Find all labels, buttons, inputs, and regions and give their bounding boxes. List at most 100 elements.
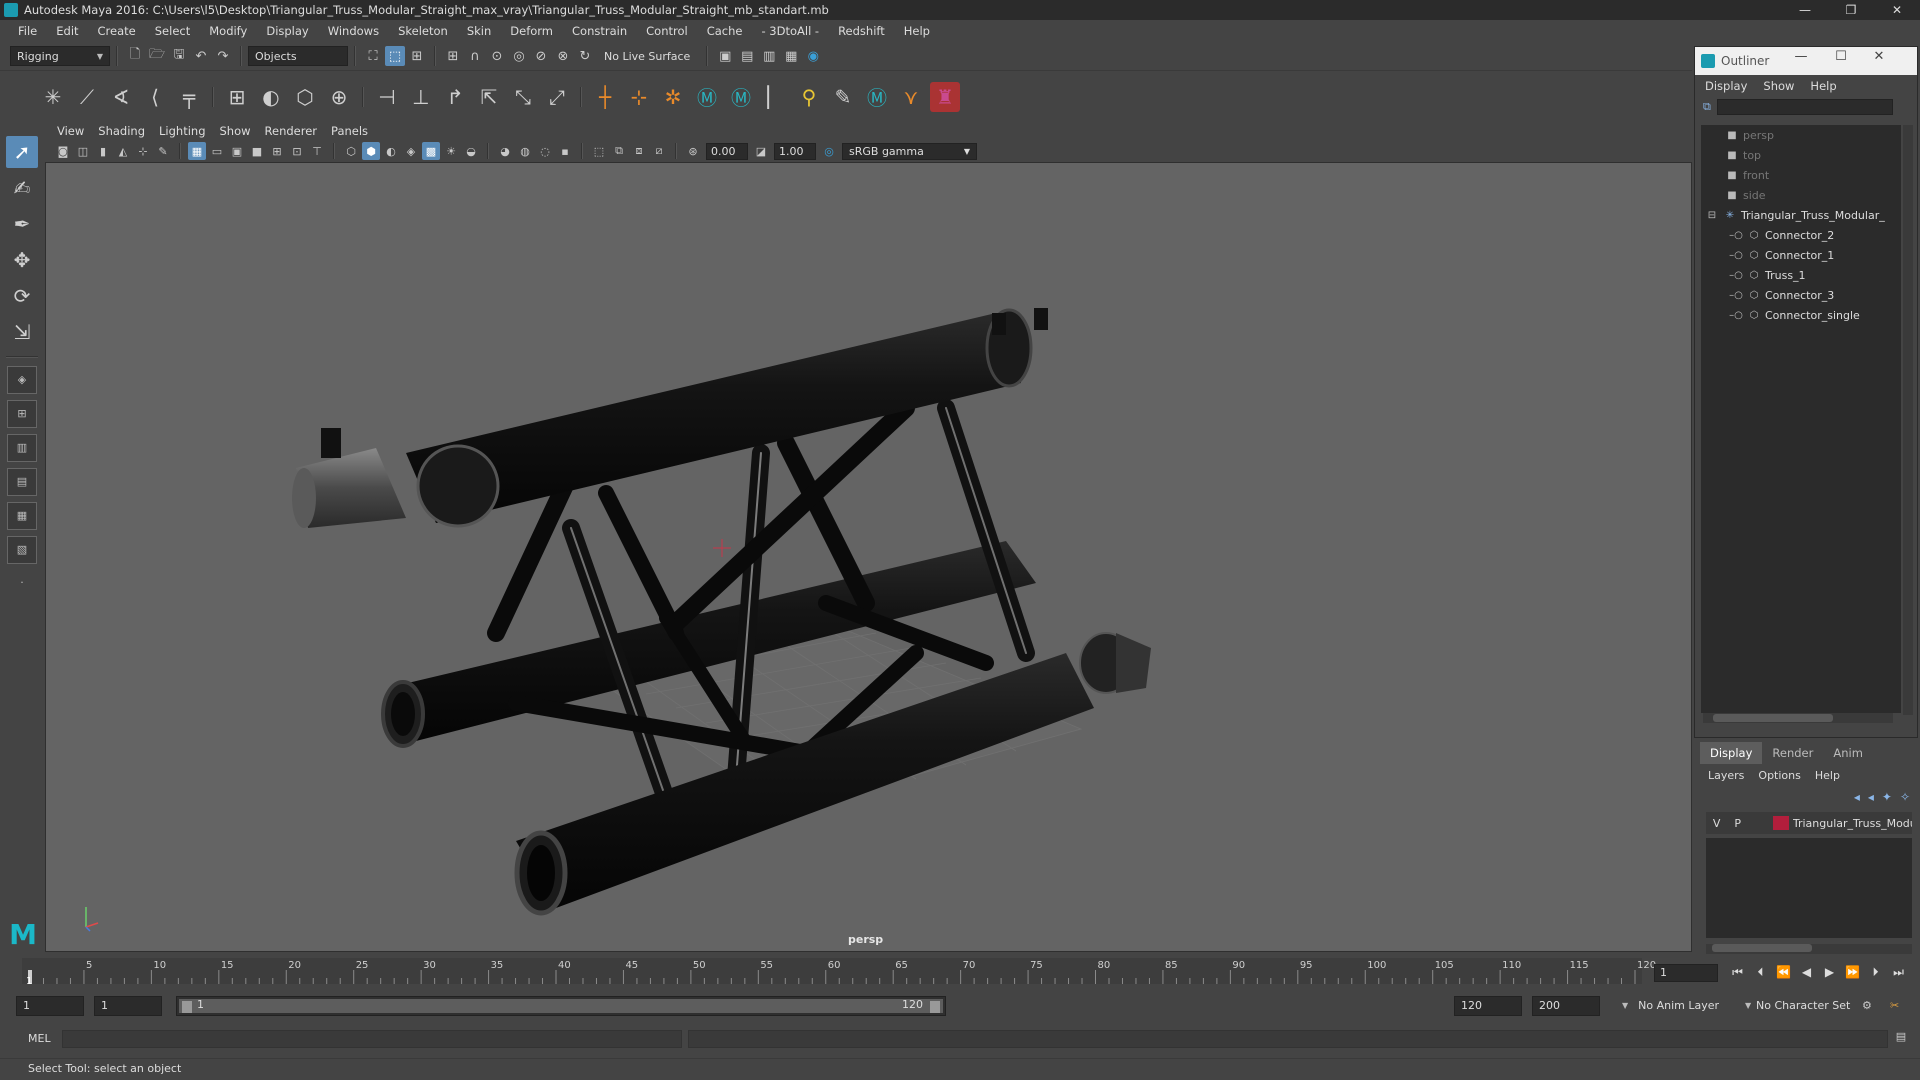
exposure-field[interactable]: 0.00 — [706, 142, 748, 160]
menu-3dtoall[interactable]: - 3DtoAll - — [751, 24, 828, 38]
select-by-hierarchy-icon[interactable]: ⛶ — [363, 46, 383, 66]
exposure-icon[interactable]: ⊛ — [684, 142, 702, 160]
anti-aliasing-icon[interactable]: ◌ — [536, 142, 554, 160]
menu-file[interactable]: File — [8, 24, 46, 38]
go-to-start-icon[interactable]: ⏮ — [1726, 962, 1749, 982]
render-frame-icon[interactable]: ▤ — [737, 46, 757, 66]
outliner-item[interactable]: ■ side — [1701, 185, 1901, 205]
parent-constraint-icon[interactable]: ⤡ — [508, 82, 538, 112]
outliner-menu-help[interactable]: Help — [1810, 79, 1836, 93]
layer-row[interactable]: V P Triangular_Truss_Modu — [1706, 812, 1912, 834]
paint-weights-icon[interactable]: ◐ — [256, 82, 286, 112]
deformer-icon[interactable]: ⋎ — [896, 82, 926, 112]
end-time-field[interactable]: 200 — [1532, 996, 1600, 1016]
outliner-item[interactable]: ■ front — [1701, 165, 1901, 185]
perspective-viewport[interactable]: persp — [45, 162, 1692, 952]
outliner-menu-display[interactable]: Display — [1705, 79, 1747, 93]
camera-attributes-icon[interactable]: ◫ — [74, 142, 92, 160]
open-scene-icon[interactable]: 🗁 — [147, 46, 167, 66]
wireframe-on-shaded-icon[interactable]: ◈ — [402, 142, 420, 160]
outliner-maximize-button[interactable]: ☐ — [1821, 49, 1861, 64]
xgen-icon[interactable]: ♜ — [930, 81, 960, 112]
command-language-label[interactable]: MEL — [28, 1032, 51, 1045]
lattice-icon[interactable]: ⬡ — [290, 82, 320, 112]
layer-visibility-toggle[interactable]: V — [1706, 817, 1727, 830]
start-time-field[interactable]: 1 — [16, 996, 84, 1016]
outliner-item[interactable]: –○ ⬡ Connector_1 — [1701, 245, 1901, 265]
outliner-item[interactable]: ⊟ ✳ Triangular_Truss_Modular_ — [1701, 205, 1901, 225]
time-ruler[interactable]: 5 10 15 20 25 30 35 40 45 50 55 60 65 70 75 80 85 90 95 100… — [0, 954, 1660, 988]
gamma-field[interactable]: 1.00 — [774, 142, 816, 160]
locator-joint-icon[interactable]: ⊹ — [624, 82, 654, 112]
tab-render[interactable]: Render — [1762, 742, 1823, 764]
pole-vector-icon[interactable]: ⤢ — [542, 82, 572, 112]
character-controls-icon[interactable]: Ⓜ — [726, 82, 756, 112]
insert-joint-icon[interactable]: ⟨ — [140, 82, 170, 112]
menu-control[interactable]: Control — [636, 24, 697, 38]
quick-rig-icon[interactable]: ⚲ — [794, 82, 824, 112]
expand-collapse-icon[interactable]: ⊟ — [1705, 210, 1719, 221]
render-settings-icon[interactable]: ▦ — [781, 46, 801, 66]
move-tool-icon[interactable]: ✥ — [6, 244, 38, 276]
step-back-frame-icon[interactable]: ⏴ — [1749, 962, 1772, 982]
ik-handle-icon[interactable]: ⟋ — [72, 82, 102, 112]
snap-live-icon[interactable]: ⊘ — [531, 46, 551, 66]
filter-icon[interactable]: ⧉ — [1703, 100, 1711, 114]
menu-display[interactable]: Display — [256, 24, 317, 38]
xray-joints-icon[interactable]: ⧈ — [630, 142, 648, 160]
layer-menu-help[interactable]: Help — [1815, 769, 1840, 782]
panel-menu-panels[interactable]: Panels — [327, 124, 378, 138]
image-plane-icon[interactable]: ◭ — [114, 142, 132, 160]
snap-curve-icon[interactable]: ∩ — [465, 46, 485, 66]
new-layer-icon[interactable]: ✦ — [1882, 790, 1892, 804]
menu-skin[interactable]: Skin — [457, 24, 500, 38]
menu-cache[interactable]: Cache — [697, 24, 752, 38]
layer-color-swatch[interactable] — [1773, 816, 1789, 830]
menu-edit[interactable]: Edit — [46, 24, 87, 38]
persp-outliner-graph-layout-icon[interactable]: ▧ — [7, 536, 37, 564]
scroll-thumb[interactable] — [1712, 944, 1812, 952]
undo-icon[interactable]: ↶ — [191, 46, 211, 66]
tab-anim[interactable]: Anim — [1823, 742, 1873, 764]
range-end-handle[interactable] — [930, 1001, 940, 1013]
screen-space-ao-icon[interactable]: ◕ — [496, 142, 514, 160]
depth-of-field-icon[interactable]: ▪ — [556, 142, 574, 160]
outliner-vertical-scrollbar[interactable] — [1903, 125, 1913, 715]
joint-tool-icon[interactable]: ✳ — [38, 82, 68, 112]
menu-redshift[interactable]: Redshift — [828, 24, 894, 38]
rotate-tool-icon[interactable]: ⟳ — [6, 280, 38, 312]
panel-menu-shading[interactable]: Shading — [94, 124, 155, 138]
persp-outliner-layout-icon[interactable]: ▥ — [7, 434, 37, 462]
ik-spline-icon[interactable]: ∢ — [106, 82, 136, 112]
custom-layout-icon[interactable]: · — [7, 570, 37, 598]
snap-view-plane-icon[interactable]: ◎ — [509, 46, 529, 66]
layer-menu-layers[interactable]: Layers — [1708, 769, 1744, 782]
new-scene-icon[interactable]: 🗋 — [125, 46, 145, 66]
anim-layer-dropdown[interactable]: ▼ No Anim Layer ▼ — [1612, 996, 1751, 1016]
panel-menu-renderer[interactable]: Renderer — [261, 124, 328, 138]
outliner-menu-show[interactable]: Show — [1763, 79, 1794, 93]
layer-menu-options[interactable]: Options — [1758, 769, 1800, 782]
hypershade-icon[interactable]: ◉ — [803, 46, 823, 66]
history-icon[interactable]: ↻ — [575, 46, 595, 66]
outliner-horizontal-scrollbar[interactable] — [1703, 713, 1893, 723]
select-tool-icon[interactable]: ➚ — [6, 136, 38, 168]
menu-skeleton[interactable]: Skeleton — [388, 24, 457, 38]
default-material-icon[interactable]: ◐ — [382, 142, 400, 160]
locator-icon[interactable]: ┼ — [590, 82, 620, 112]
outliner-item[interactable]: –○ ⬡ Connector_2 — [1701, 225, 1901, 245]
playback-start-field[interactable]: 1 — [94, 996, 162, 1016]
four-view-layout-icon[interactable]: ⊞ — [7, 400, 37, 428]
range-slider-fill[interactable] — [179, 999, 943, 1013]
save-scene-icon[interactable]: 🖫 — [169, 46, 189, 66]
step-forward-key-icon[interactable]: ⏩ — [1841, 962, 1864, 982]
mirror-joint-icon[interactable]: ╤ — [174, 82, 204, 112]
step-forward-frame-icon[interactable]: ⏵ — [1864, 962, 1887, 982]
point-constraint-icon[interactable]: ⊣ — [372, 82, 402, 112]
auto-key-icon[interactable]: ⚙ — [1862, 996, 1872, 1016]
menu-modify[interactable]: Modify — [199, 24, 256, 38]
panel-menu-lighting[interactable]: Lighting — [155, 124, 215, 138]
playback-end-field[interactable]: 120 — [1454, 996, 1522, 1016]
paint-select-icon[interactable]: ✒ — [6, 208, 38, 240]
textured-icon[interactable]: ▩ — [422, 142, 440, 160]
